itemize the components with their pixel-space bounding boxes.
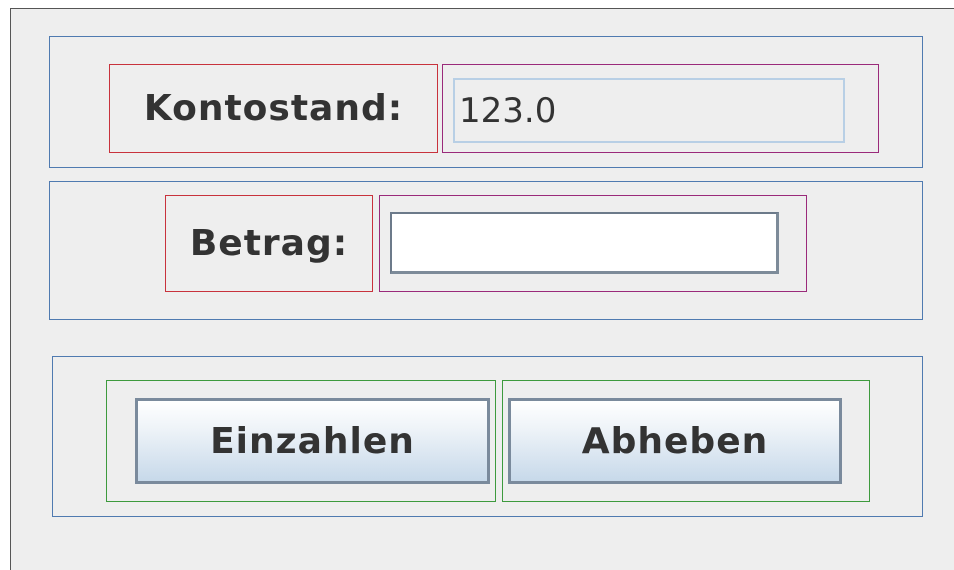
- amount-panel: Betrag:: [49, 181, 923, 320]
- amount-label-cell: Betrag:: [165, 195, 373, 292]
- actions-panel: Einzahlen Abheben: [52, 356, 923, 517]
- amount-input[interactable]: [390, 212, 779, 274]
- amount-field-cell: [379, 195, 807, 292]
- balance-label: Kontostand:: [143, 88, 404, 129]
- withdraw-button-label: Abheben: [581, 420, 769, 462]
- app-window: Kontostand: 123.0 Betrag: Einzahlen Abhe…: [10, 8, 954, 570]
- balance-value: 123.0: [459, 90, 557, 131]
- balance-readout: 123.0: [453, 78, 845, 143]
- deposit-button-label: Einzahlen: [210, 420, 415, 462]
- deposit-button[interactable]: Einzahlen: [135, 398, 490, 484]
- deposit-button-cell: Einzahlen: [106, 380, 496, 502]
- withdraw-button[interactable]: Abheben: [508, 398, 842, 484]
- balance-label-cell: Kontostand:: [109, 64, 438, 153]
- balance-panel: Kontostand: 123.0: [49, 36, 923, 168]
- amount-label: Betrag:: [189, 223, 349, 264]
- balance-field-cell: 123.0: [442, 64, 879, 153]
- withdraw-button-cell: Abheben: [502, 380, 870, 502]
